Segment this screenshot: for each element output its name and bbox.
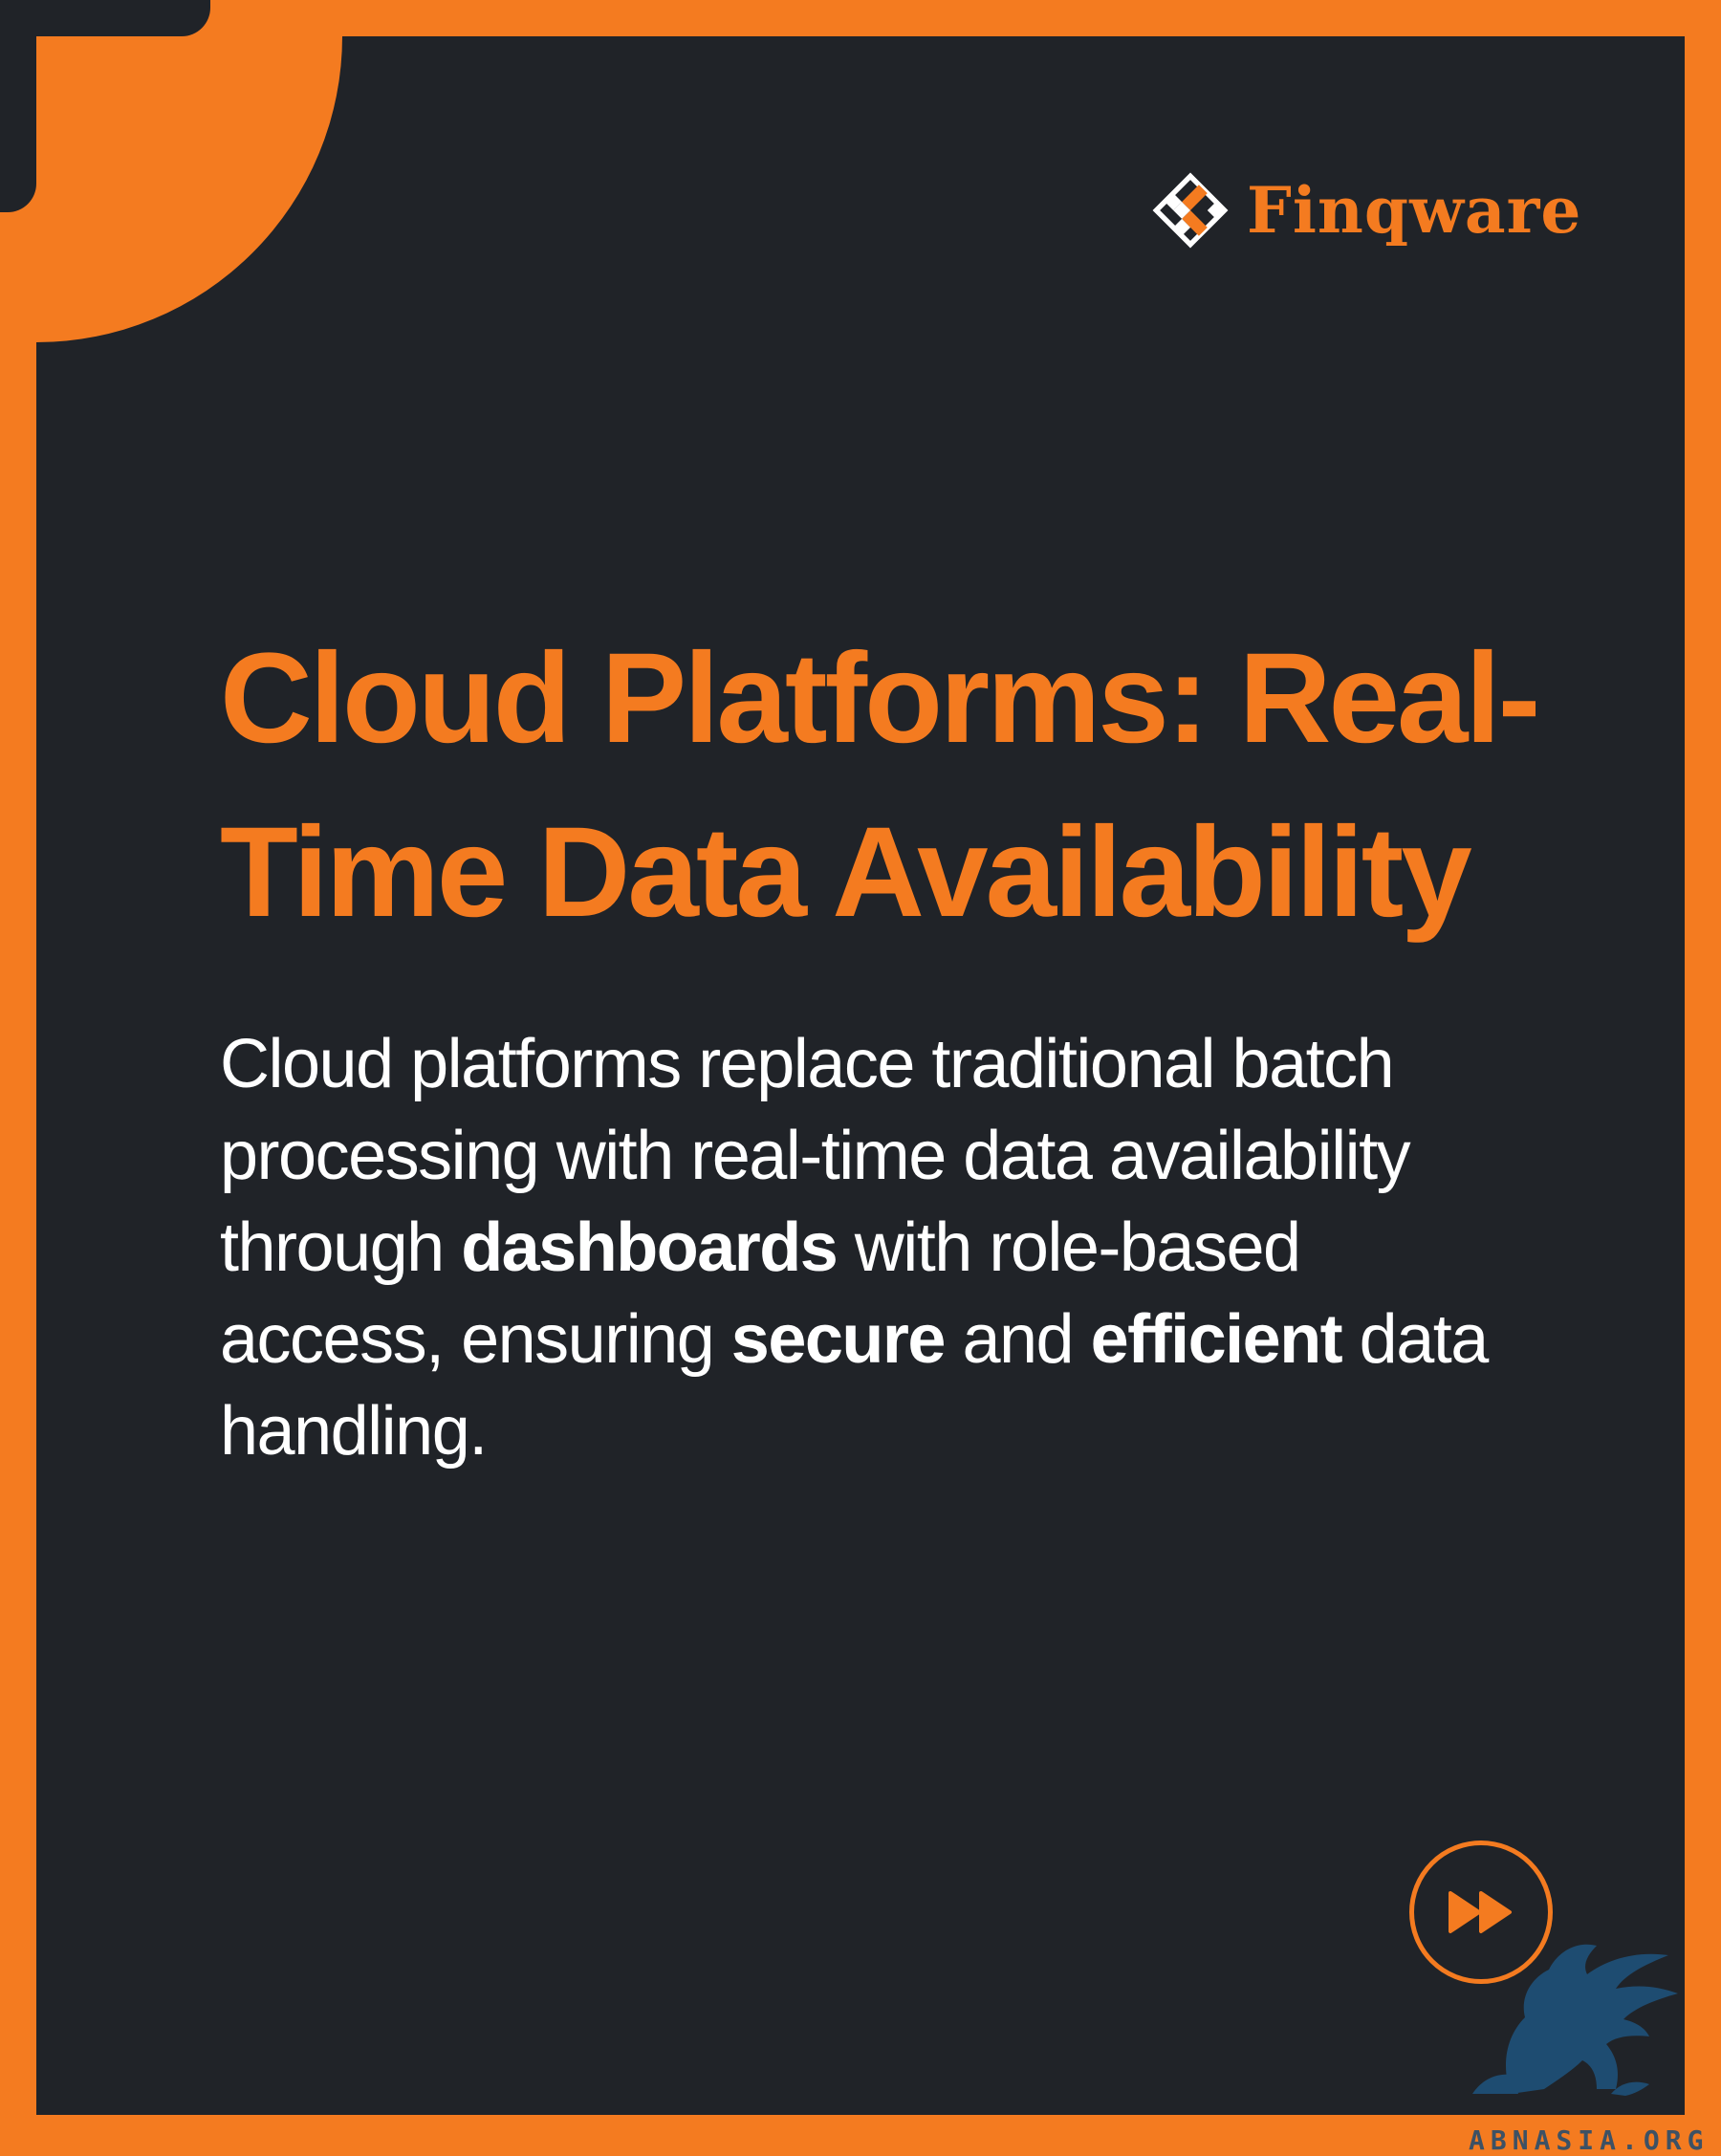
corner-tab-left — [0, 0, 36, 212]
body-text-segment: and — [944, 1301, 1091, 1378]
corner-decoration — [36, 36, 342, 342]
body-emphasis-dashboards: dashboards — [461, 1209, 839, 1286]
body-emphasis-secure: secure — [730, 1301, 947, 1378]
diamond-grid-logo-icon — [1152, 172, 1229, 249]
brand-logo: Finqware — [1147, 167, 1581, 253]
body-emphasis-efficient: efficient — [1090, 1301, 1343, 1378]
watermark-text: ABNASIA.ORG — [1469, 2124, 1710, 2156]
griffin-icon — [1472, 1944, 1678, 2096]
brand-name: Finqware — [1247, 173, 1582, 248]
slide-title: Cloud Platforms: Real-Time Data Availabi… — [220, 627, 1540, 944]
slide-body: Cloud platforms replace traditional batc… — [220, 1018, 1539, 1477]
